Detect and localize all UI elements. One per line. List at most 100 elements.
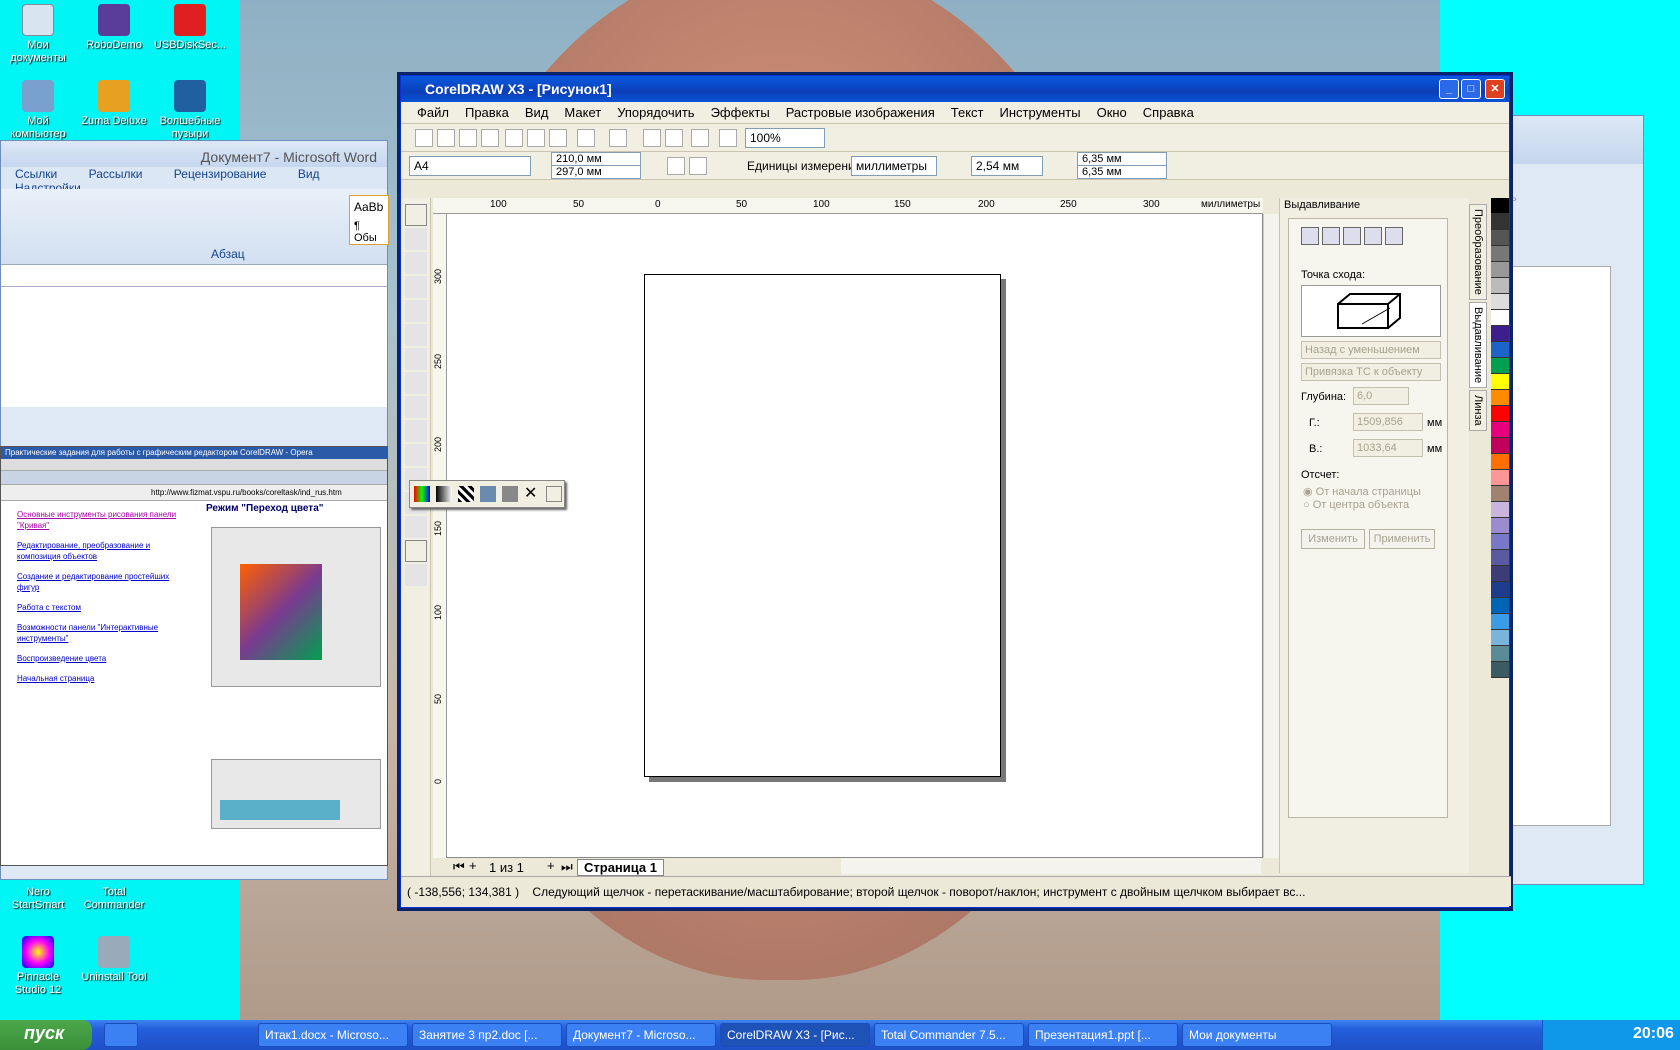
page-width-input[interactable]: 210,0 мм [551,152,641,166]
copy-icon[interactable] [527,129,545,147]
fill-color-icon[interactable] [414,486,430,502]
outline-tool-icon[interactable] [404,516,427,538]
task-document7[interactable]: Документ7 - Microso... [566,1023,716,1047]
menu-tools[interactable]: Инструменты [1000,105,1081,120]
tab-extrude[interactable]: Выдавливание [1469,301,1487,388]
menu-bitmaps[interactable]: Растровые изображения [786,105,935,120]
pattern-fill-icon[interactable] [458,486,474,502]
task-presentation[interactable]: Презентация1.ppt [... [1028,1023,1178,1047]
style-gallery[interactable]: AaBb ¶ Обы [349,195,389,245]
task-my-documents[interactable]: Мои документы [1182,1023,1332,1047]
v-input[interactable]: 1033,64 [1353,439,1423,457]
task-coreldraw[interactable]: CorelDRAW X3 - [Рис... [720,1023,870,1047]
palette-swatch[interactable] [1491,422,1509,438]
palette-swatch[interactable] [1491,518,1509,534]
menu-edit[interactable]: Правка [465,105,509,120]
menu-window[interactable]: Окно [1097,105,1127,120]
palette-swatch[interactable] [1491,662,1509,678]
palette-swatch[interactable] [1491,598,1509,614]
nudge-input[interactable]: 2,54 мм [971,156,1043,176]
desktop-icon-my-documents[interactable]: Мои документы [0,4,76,65]
page-height-input[interactable]: 297,0 мм [551,165,641,179]
texture-fill-icon[interactable] [480,486,496,502]
desktop-icon-zuma[interactable]: Zuma Deluxe [76,80,152,128]
fill-tool-icon[interactable] [404,540,427,562]
crop-tool-icon[interactable] [404,252,427,274]
menu-effects[interactable]: Эффекты [711,105,770,120]
opera-window[interactable]: Практические задания для работы с графич… [0,446,388,866]
palette-swatch[interactable] [1491,262,1509,278]
menu-text[interactable]: Текст [951,105,984,120]
link-color[interactable]: Воспроизведение цвета [17,653,177,664]
palette-swatch[interactable] [1491,278,1509,294]
vanishing-type-select[interactable]: Назад с уменьшением [1301,341,1441,359]
first-page-icon[interactable]: ⏮ [453,859,465,875]
palette-swatch[interactable] [1491,550,1509,566]
quicklaunch-desktop-icon[interactable] [104,1023,138,1047]
extrude-light-icon[interactable] [1343,227,1362,245]
edit-button[interactable]: Изменить [1301,529,1365,549]
link-curve[interactable]: Основные инструменты рисования панели "К… [17,509,177,531]
add-page-icon[interactable]: + [469,858,477,873]
link-edit[interactable]: Редактирование, преобразование и компози… [17,540,177,562]
palette-swatch[interactable] [1491,358,1509,374]
tab-mailings[interactable]: Рассылки [89,167,143,181]
paste-icon[interactable] [549,129,567,147]
vertical-scrollbar[interactable] [1263,214,1279,858]
palette-swatch[interactable] [1491,294,1509,310]
palette-swatch[interactable] [1491,438,1509,454]
palette-swatch[interactable] [1491,534,1509,550]
tab-view[interactable]: Вид [298,167,320,181]
link-text[interactable]: Работа с текстом [17,602,177,613]
close-button[interactable]: ✕ [1485,79,1505,99]
desktop-icon-bubbles[interactable]: Волшебные пузыри [152,80,228,141]
text-tool-icon[interactable] [404,444,427,466]
save-icon[interactable] [459,129,477,147]
ellipse-tool-icon[interactable] [404,372,427,394]
portrait-icon[interactable] [667,157,685,175]
launcher-icon[interactable] [691,129,709,147]
radio-page-origin[interactable]: ◉ От начала страницы [1303,485,1421,498]
duplicate-y-input[interactable]: 6,35 мм [1077,165,1167,179]
cut-icon[interactable] [505,129,523,147]
palette-swatch[interactable] [1491,342,1509,358]
duplicate-x-input[interactable]: 6,35 мм [1077,152,1167,166]
link-interactive[interactable]: Возможности панели "Интерактивные инстру… [17,622,177,644]
task-zanyatie3[interactable]: Занятие 3 пр2.doc [... [412,1023,562,1047]
freehand-tool-icon[interactable] [404,300,427,322]
desktop-icon-uninstall[interactable]: Uninstall Tool [76,936,152,984]
opera-address[interactable]: http://www.fizmat.vspu.ru/books/coreltas… [1,485,387,501]
desktop-icon-nero[interactable]: Nero StartSmart [0,886,76,912]
extrude-color-icon[interactable] [1364,227,1383,245]
import-icon[interactable] [643,129,661,147]
palette-swatch[interactable] [1491,374,1509,390]
palette-swatch[interactable] [1491,390,1509,406]
minimize-button[interactable]: _ [1439,79,1459,99]
palette-swatch[interactable] [1491,470,1509,486]
coreldraw-window[interactable]: CorelDRAW X3 - [Рисунок1] _ □ ✕ Файл Пра… [400,75,1511,908]
extrude-rotate-icon[interactable] [1322,227,1341,245]
tab-page-1[interactable]: Страница 1 [577,859,664,876]
h-input[interactable]: 1509,856 [1353,413,1423,431]
shape-tool-icon[interactable] [404,228,427,250]
menu-layout[interactable]: Макет [564,105,601,120]
units-select[interactable]: миллиметры [851,156,937,176]
last-page-icon[interactable]: ⏭ [561,859,573,875]
redo-icon[interactable] [609,129,627,147]
new-icon[interactable] [415,129,433,147]
word-document[interactable] [1,287,387,407]
palette-swatch[interactable] [1491,486,1509,502]
document-page[interactable] [644,274,1001,777]
radio-object-center[interactable]: ○ От центра объекта [1303,499,1409,511]
start-button[interactable]: пуск [0,1020,92,1050]
palette-swatch[interactable] [1491,326,1509,342]
interactive-fill-icon[interactable] [404,564,427,586]
desktop-icon-robodemo[interactable]: RoboDemo [76,4,152,52]
polygon-tool-icon[interactable] [404,396,427,418]
horizontal-scrollbar[interactable] [841,858,1261,874]
paper-size-select[interactable]: A4 [409,156,531,176]
palette-swatch[interactable] [1491,582,1509,598]
depth-input[interactable]: 6,0 [1353,387,1409,405]
print-icon[interactable] [481,129,499,147]
desktop-icon-my-computer[interactable]: Мой компьютер [0,80,76,141]
